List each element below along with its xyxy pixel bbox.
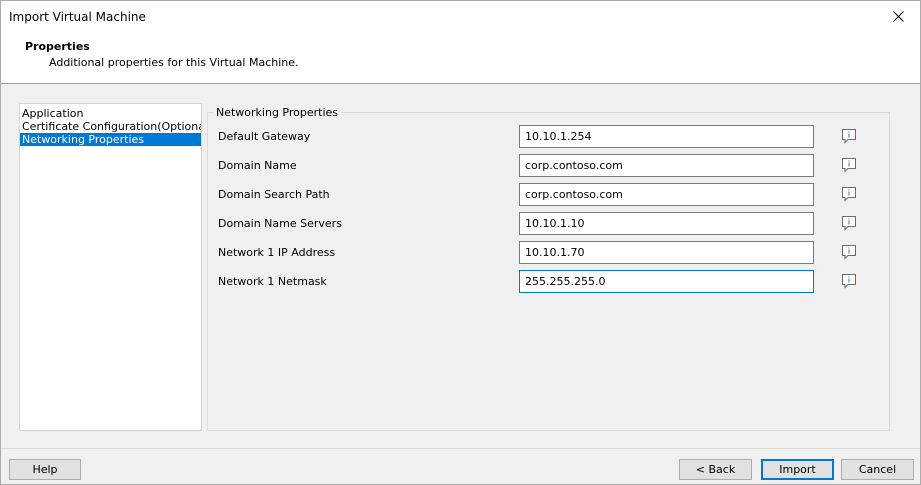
close-button[interactable] [876, 1, 920, 31]
window-title: Import Virtual Machine [9, 10, 146, 24]
help-button[interactable]: Help [9, 459, 81, 480]
network-1-ip-address-input[interactable] [519, 241, 814, 264]
info-icon[interactable] [841, 244, 857, 260]
network-1-ip-address-label: Network 1 IP Address [218, 246, 336, 259]
nav-item-certificate-configuration[interactable]: Certificate Configuration(Optional) [20, 120, 201, 133]
import-button[interactable]: Import [761, 459, 834, 480]
default-gateway-label: Default Gateway [218, 130, 311, 143]
title-bar: Import Virtual Machine [1, 1, 920, 32]
info-icon[interactable] [841, 215, 857, 231]
import-vm-dialog: Import Virtual Machine Properties Additi… [0, 0, 921, 485]
info-icon[interactable] [841, 186, 857, 202]
domain-name-servers-label: Domain Name Servers [218, 217, 342, 230]
default-gateway-input[interactable] [519, 125, 814, 148]
group-label: Networking Properties [214, 106, 341, 119]
info-icon[interactable] [841, 128, 857, 144]
domain-search-path-label: Domain Search Path [218, 188, 330, 201]
close-icon [892, 10, 904, 22]
info-icon[interactable] [841, 273, 857, 289]
network-1-netmask-label: Network 1 Netmask [218, 275, 327, 288]
page-title: Properties [25, 40, 90, 53]
cancel-button[interactable]: Cancel [841, 459, 914, 480]
header-panel: Properties Additional properties for thi… [1, 32, 920, 84]
domain-name-input[interactable] [519, 154, 814, 177]
section-list: Application Certificate Configuration(Op… [19, 103, 202, 431]
page-subtitle: Additional properties for this Virtual M… [49, 56, 299, 69]
domain-search-path-input[interactable] [519, 183, 814, 206]
info-icon[interactable] [841, 157, 857, 173]
back-button[interactable]: < Back [679, 459, 752, 480]
domain-name-servers-input[interactable] [519, 212, 814, 235]
network-1-netmask-input[interactable] [519, 270, 814, 293]
nav-item-networking-properties[interactable]: Networking Properties [20, 133, 201, 146]
nav-item-application[interactable]: Application [20, 107, 201, 120]
footer-divider [1, 448, 920, 449]
domain-name-label: Domain Name [218, 159, 297, 172]
